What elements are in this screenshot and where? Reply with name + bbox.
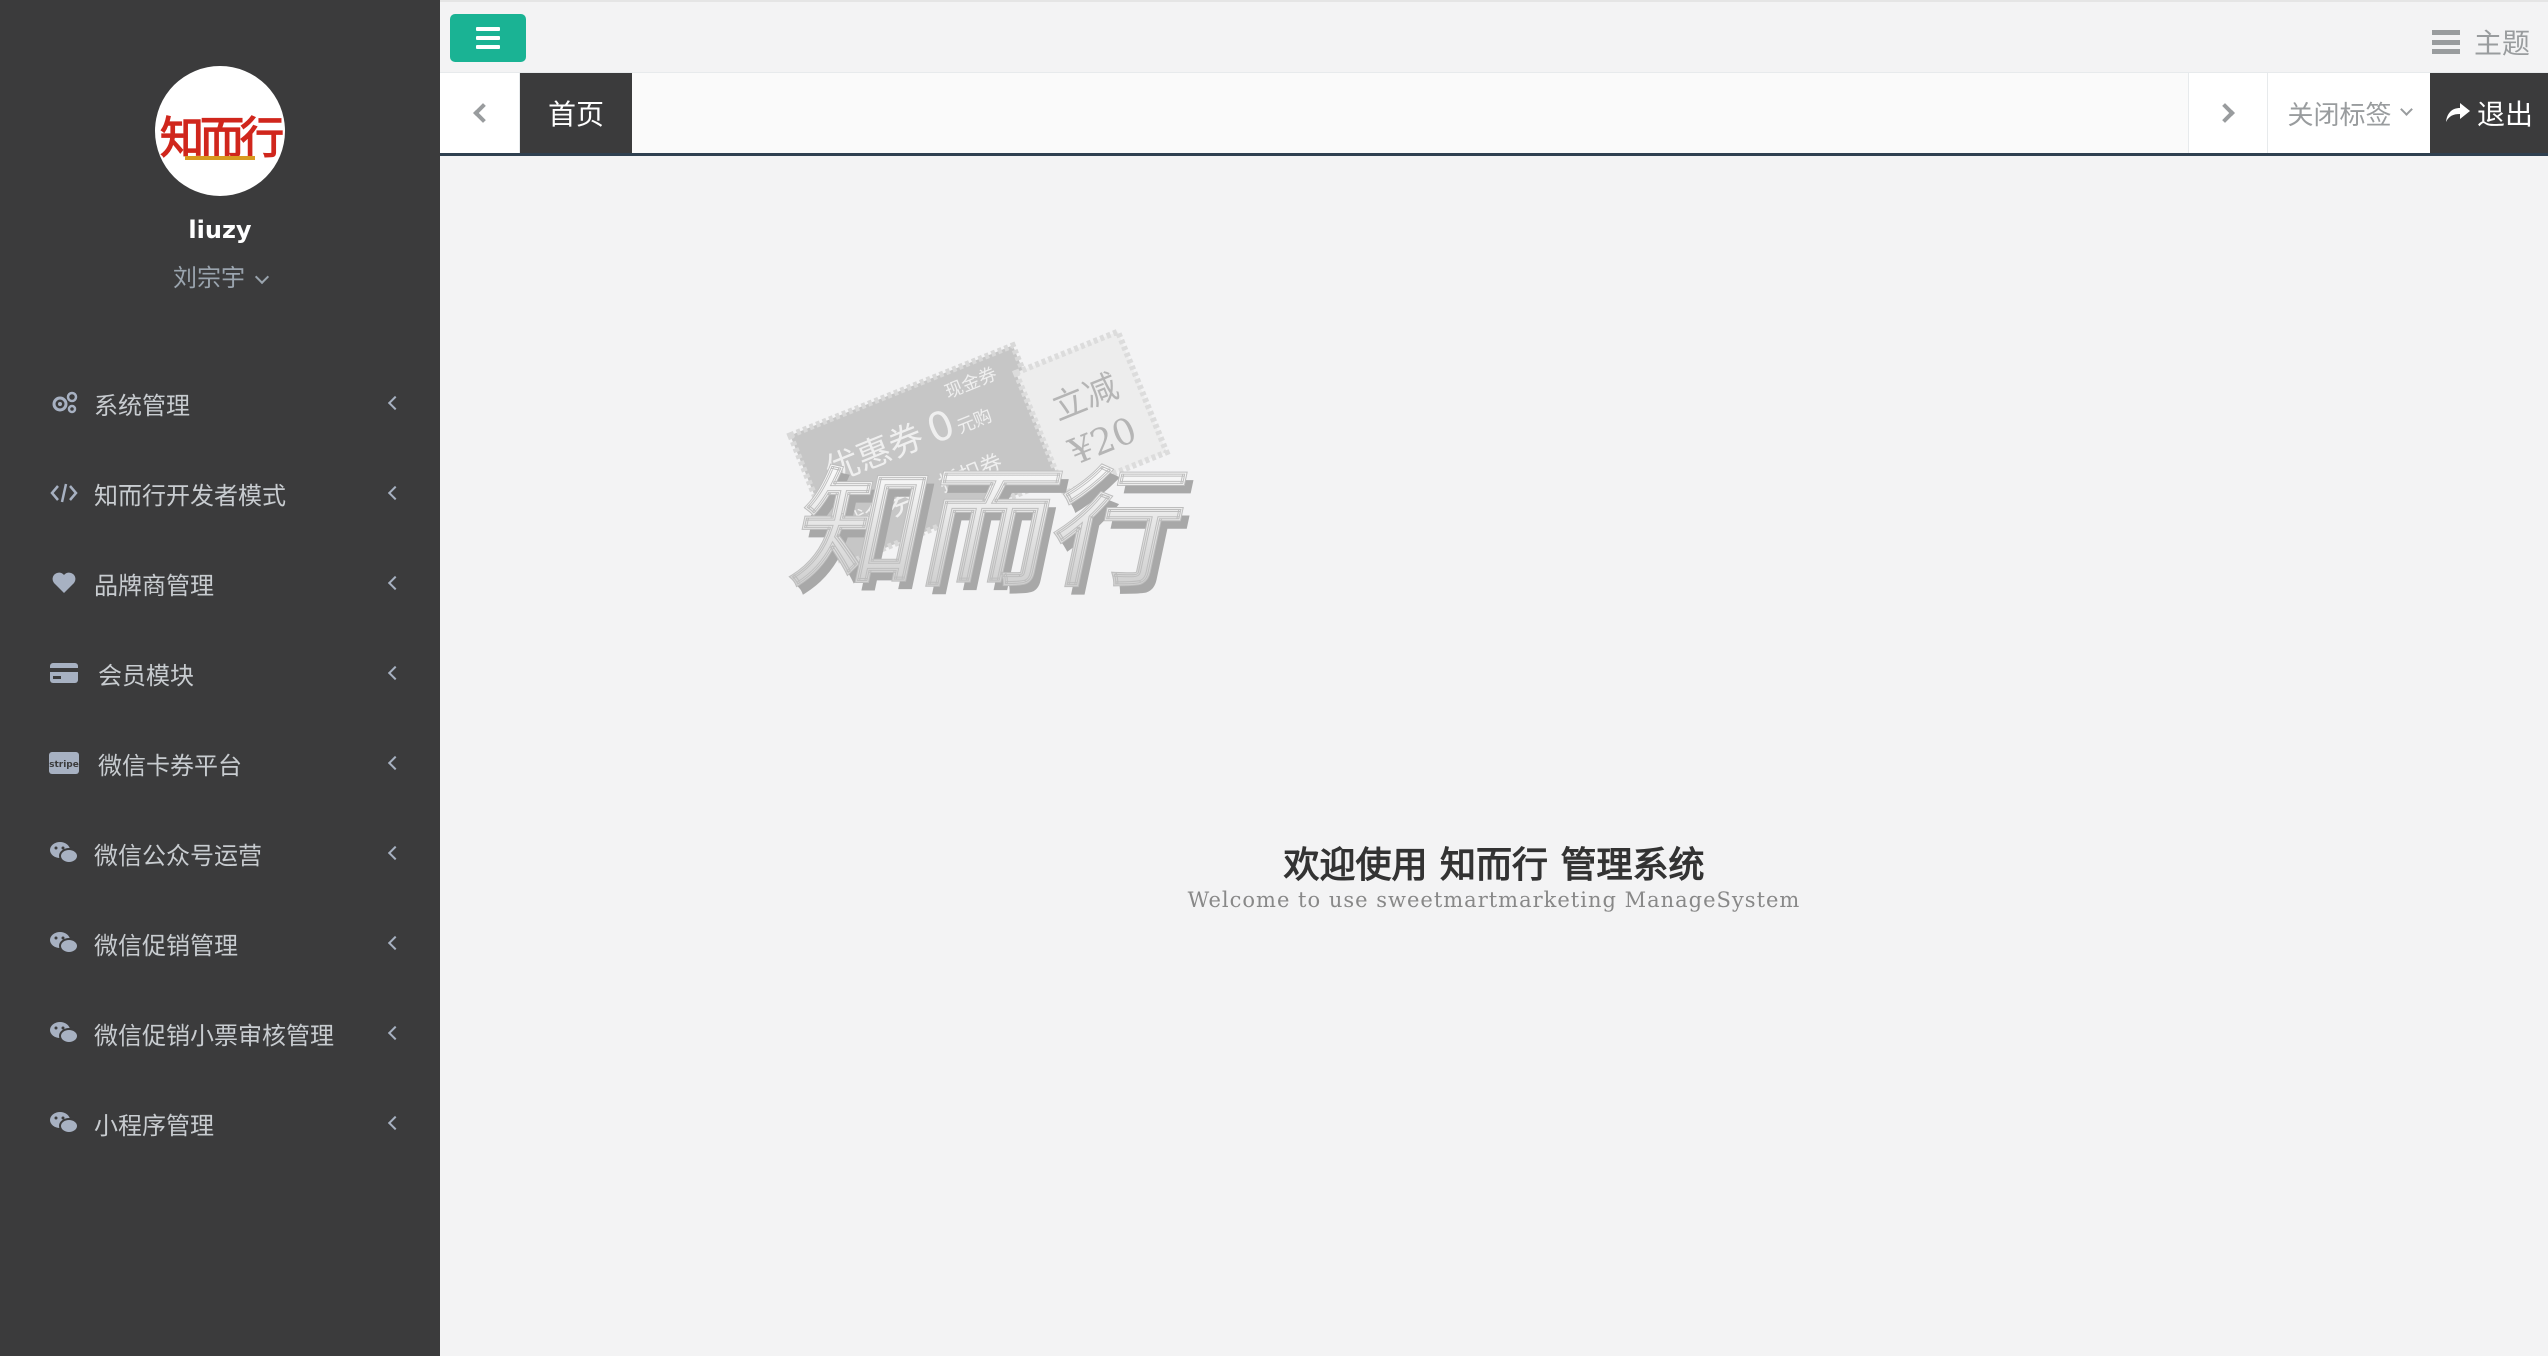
tabs-scroll-left-button[interactable] — [440, 73, 520, 153]
sidebar-item-system[interactable]: 系统管理 — [0, 358, 440, 448]
svg-text:知而行: 知而行 — [782, 453, 1198, 604]
sidebar: 知而行 liuzy 刘宗宇 系统管理 知而行开发者模式 品牌商管理 会员模块 s… — [0, 0, 440, 1356]
sidebar-item-member[interactable]: 会员模块 — [0, 628, 440, 718]
chevron-left-icon — [387, 755, 403, 771]
sidebar-item-label: 微信公众号运营 — [94, 841, 262, 870]
sidebar-item-label: 知而行开发者模式 — [94, 481, 286, 510]
chevron-down-icon — [2399, 102, 2413, 116]
chevron-left-icon — [387, 1115, 403, 1131]
chevron-left-icon — [387, 395, 403, 411]
theme-label: 主题 — [2473, 27, 2530, 60]
credit-card-icon — [48, 658, 80, 688]
wechat-icon — [48, 928, 80, 958]
theme-icon — [2431, 30, 2460, 54]
close-tabs-dropdown[interactable]: 关闭标签 — [2268, 73, 2430, 153]
sidebar-item-wechat-card[interactable]: stripe 微信卡券平台 — [0, 718, 440, 808]
user-profile: 知而行 liuzy 刘宗宇 — [0, 66, 440, 293]
user-role-dropdown[interactable]: 刘宗宇 — [0, 258, 440, 293]
sidebar-item-wechat-receipt[interactable]: 微信促销小票审核管理 — [0, 988, 440, 1078]
user-role-label: 刘宗宇 — [173, 264, 245, 292]
tab-bar: 首页 关闭标签 退出 — [440, 72, 2548, 156]
chevron-down-icon — [254, 269, 270, 285]
sidebar-item-label: 系统管理 — [94, 391, 190, 420]
sidebar-item-developer[interactable]: 知而行开发者模式 — [0, 448, 440, 538]
sidebar-item-label: 微信卡券平台 — [98, 751, 242, 780]
welcome-title: 欢迎使用 知而行 管理系统 — [1283, 844, 1705, 886]
chevron-right-icon — [2215, 103, 2235, 123]
sidebar-item-wechat-promo[interactable]: 微信促销管理 — [0, 898, 440, 988]
welcome-subtitle: Welcome to use sweetmartmarketing Manage… — [1187, 888, 1801, 912]
tab-home[interactable]: 首页 — [520, 73, 632, 153]
avatar[interactable]: 知而行 — [155, 66, 285, 196]
logout-button[interactable]: 退出 — [2430, 73, 2548, 153]
chevron-left-icon — [387, 665, 403, 681]
hamburger-icon-bar — [476, 36, 500, 40]
sidebar-item-label: 小程序管理 — [94, 1111, 214, 1140]
chevron-left-icon — [387, 935, 403, 951]
top-navbar: 主题 — [440, 0, 2548, 72]
wechat-icon — [48, 838, 80, 868]
sidebar-item-label: 微信促销小票审核管理 — [94, 1021, 334, 1050]
sidebar-item-brand[interactable]: 品牌商管理 — [0, 538, 440, 628]
sidebar-item-label: 会员模块 — [98, 661, 194, 690]
sidebar-item-miniprogram[interactable]: 小程序管理 — [0, 1078, 440, 1168]
share-arrow-icon — [2445, 103, 2470, 122]
chevron-left-icon — [387, 1025, 403, 1041]
avatar-logo-underline — [185, 156, 255, 160]
chevron-left-icon — [387, 575, 403, 591]
stripe-icon: stripe — [48, 748, 80, 778]
sidebar-menu: 系统管理 知而行开发者模式 品牌商管理 会员模块 stripe 微信卡券平台 微… — [0, 358, 440, 1168]
username: liuzy — [188, 216, 252, 244]
theme-button[interactable]: 主题 — [2431, 22, 2530, 62]
chevron-left-icon — [472, 103, 493, 123]
logout-label: 退出 — [2476, 98, 2533, 131]
chevron-left-icon — [387, 485, 403, 501]
hamburger-icon-bar — [476, 27, 500, 31]
sidebar-item-label: 品牌商管理 — [94, 571, 214, 600]
tabs-scroll-right-button[interactable] — [2188, 73, 2268, 153]
chevron-left-icon — [387, 845, 403, 861]
svg-text:stripe: stripe — [49, 760, 79, 770]
logo-3d: 知而行 知而行 — [782, 453, 1205, 613]
wechat-icon — [48, 1108, 80, 1138]
code-icon — [48, 478, 80, 508]
sidebar-item-label: 微信促销管理 — [94, 931, 238, 960]
sidebar-item-wechat-official[interactable]: 微信公众号运营 — [0, 808, 440, 898]
close-tabs-label: 关闭标签 — [2287, 100, 2392, 131]
wechat-icon — [48, 1018, 80, 1048]
menu-toggle-button[interactable] — [450, 14, 526, 62]
hamburger-icon-bar — [476, 45, 500, 49]
heart-icon — [48, 568, 80, 598]
gears-icon — [48, 388, 80, 418]
welcome-illustration: 优惠券 0 元购 代金 券 抵扣券 现金券 立减 ¥20 知而行 知而行 — [782, 327, 1205, 613]
